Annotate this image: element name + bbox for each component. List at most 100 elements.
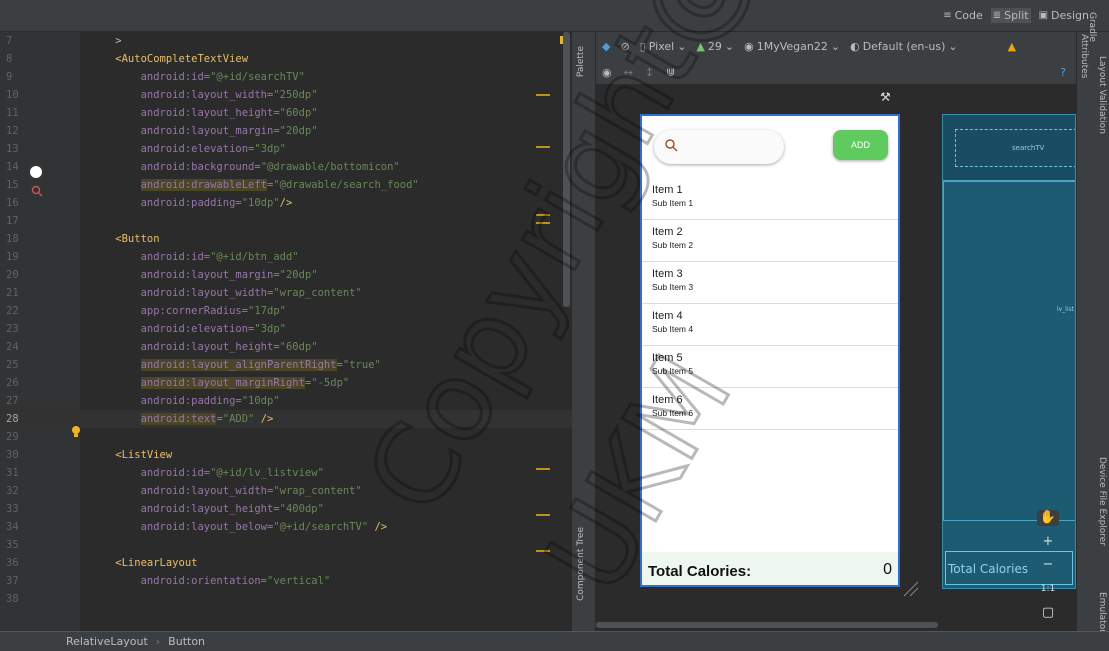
code-token: />	[374, 521, 388, 533]
code-token: "60dp"	[279, 341, 318, 353]
list-item[interactable]: Item 3 Sub Item 3	[642, 262, 898, 304]
code-line[interactable]: 32 android:layout_width="wrap_content"	[0, 482, 572, 500]
design-mode-button[interactable]: ▣ Design	[1037, 8, 1091, 23]
error-stripe-mark[interactable]	[536, 94, 550, 96]
code-line[interactable]: 33 android:layout_height="400dp"	[0, 500, 572, 518]
editor-scrollbar[interactable]	[563, 32, 570, 307]
code-line[interactable]: 34 android:layout_below="@+id/searchTV" …	[0, 518, 572, 536]
code-line[interactable]: 10 android:layout_width="250dp"	[0, 86, 572, 104]
theme-selector[interactable]: ◉ 1MyVegan22 ⌄	[744, 40, 840, 53]
device-preview[interactable]: ADD Item 1 Sub Item 1 Item 2 Sub Item 2 Item…	[640, 114, 900, 587]
layers-icon[interactable]: ◆	[602, 40, 610, 53]
code-token: "true"	[342, 359, 381, 371]
eye-icon[interactable]: ◉	[602, 66, 612, 79]
search-input[interactable]	[654, 130, 784, 164]
error-stripe-mark[interactable]	[536, 214, 550, 224]
locale-selector[interactable]: ◐ Default (en-us) ⌄	[850, 40, 958, 53]
code-token: "10dp"	[241, 395, 280, 407]
code-line[interactable]: 18 <Button	[0, 230, 572, 248]
code-line[interactable]: 9 android:id="@+id/searchTV"	[0, 68, 572, 86]
zoom-fit-icon[interactable]: ▢	[1037, 604, 1059, 620]
breadcrumb-button[interactable]: Button	[168, 635, 205, 648]
code-token: android:layout_height=	[90, 107, 280, 119]
palette-tab[interactable]: Palette	[576, 46, 586, 77]
add-button[interactable]: ADD	[833, 130, 888, 160]
code-line[interactable]: 26 android:layout_marginRight="-5dp"	[0, 374, 572, 392]
line-number: 11	[6, 107, 19, 119]
code-line[interactable]: 13 android:elevation="3dp"	[0, 140, 572, 158]
split-mode-button[interactable]: ≣ Split	[990, 8, 1031, 23]
code-token: android:layout_height=	[90, 503, 280, 515]
line-number: 33	[6, 503, 19, 515]
wrench-icon[interactable]: ⚒	[880, 90, 891, 104]
code-text: android:elevation="3dp"	[90, 140, 286, 158]
code-line[interactable]: 25 android:layout_alignParentRight="true…	[0, 356, 572, 374]
blueprint-toggle-icon[interactable]: ⊘	[620, 40, 629, 53]
android-icon: ▲	[696, 39, 705, 53]
error-stripe-mark[interactable]	[536, 514, 550, 516]
device-selector[interactable]: ▯ Pixel ⌄	[640, 40, 687, 53]
code-line[interactable]: 23 android:elevation="3dp"	[0, 320, 572, 338]
code-line[interactable]: 16 android:padding="10dp"/>	[0, 194, 572, 212]
code-line[interactable]: 17	[0, 212, 572, 230]
layout-validation-tab[interactable]: Layout Validation	[1097, 56, 1107, 134]
lightbulb-icon[interactable]	[70, 425, 82, 437]
code-line[interactable]: 36 <LinearLayout	[0, 554, 572, 572]
preview-list[interactable]: Item 1 Sub Item 1 Item 2 Sub Item 2 Item 3 Su…	[642, 178, 898, 430]
warning-icon[interactable]: ▲	[1008, 40, 1016, 53]
resize-handle-icon[interactable]	[902, 580, 920, 598]
line-number: 16	[6, 197, 19, 209]
emulator-tab[interactable]: Emulator	[1097, 592, 1107, 633]
code-token: "@+id/btn_add"	[210, 251, 299, 263]
code-icon: ≡	[943, 10, 952, 21]
code-mode-button[interactable]: ≡ Code	[941, 8, 985, 23]
attributes-tab[interactable]: Attributes	[1079, 34, 1089, 78]
error-stripe-mark[interactable]	[536, 550, 550, 552]
code-line[interactable]: 15 android:drawableLeft="@drawable/searc…	[0, 176, 572, 194]
code-line[interactable]: 30 <ListView	[0, 446, 572, 464]
code-line[interactable]: 29	[0, 428, 572, 446]
error-stripe-mark[interactable]	[536, 468, 550, 470]
device-file-explorer-tab[interactable]: Device File Explorer	[1097, 457, 1107, 546]
component-tree-tab[interactable]: Component Tree	[576, 527, 586, 601]
code-text: android:layout_height="60dp"	[90, 338, 318, 356]
code-line[interactable]: 27 android:padding="10dp"	[0, 392, 572, 410]
code-token: "@drawable/search_food"	[273, 179, 419, 191]
pan-hand-icon[interactable]: ✋	[1037, 510, 1059, 526]
list-item[interactable]: Item 4 Sub Item 4	[642, 304, 898, 346]
api-selector[interactable]: ▲ 29 ⌄	[696, 40, 734, 53]
search-icon	[31, 185, 43, 197]
code-line[interactable]: 35	[0, 536, 572, 554]
list-item[interactable]: Item 1 Sub Item 1	[642, 178, 898, 220]
design-scrollbar[interactable]	[596, 622, 938, 628]
code-token: android:id=	[90, 71, 211, 83]
error-stripe-mark[interactable]	[536, 146, 550, 148]
code-line[interactable]: 20 android:layout_margin="20dp"	[0, 266, 572, 284]
code-line[interactable]: 8 <AutoCompleteTextView	[0, 50, 572, 68]
code-line[interactable]: 22 app:cornerRadius="17dp"	[0, 302, 572, 320]
help-icon[interactable]: ?	[1060, 66, 1066, 79]
list-item[interactable]: Item 6 Sub Item 6	[642, 388, 898, 430]
magnet-icon[interactable]: ⋓	[666, 66, 675, 79]
list-item[interactable]: Item 5 Sub Item 5	[642, 346, 898, 388]
code-line[interactable]: 7 >	[0, 32, 572, 50]
code-line[interactable]: 19 android:id="@+id/btn_add"	[0, 248, 572, 266]
list-item[interactable]: Item 2 Sub Item 2	[642, 220, 898, 262]
code-editor[interactable]: 7 >8 <AutoCompleteTextView 9 android:id="…	[0, 32, 572, 631]
code-line[interactable]: 37 android:orientation="vertical"	[0, 572, 572, 590]
zoom-in-button[interactable]: +	[1037, 534, 1059, 550]
vertical-resize-icon[interactable]: ↕	[645, 66, 654, 79]
code-line[interactable]: 28 android:text="ADD" />	[0, 410, 572, 428]
code-line[interactable]: 24 android:layout_height="60dp"	[0, 338, 572, 356]
code-line[interactable]: 21 android:layout_width="wrap_content"	[0, 284, 572, 302]
list-scrollbar	[898, 178, 900, 308]
code-line[interactable]: 31 android:id="@+id/lv_listview"	[0, 464, 572, 482]
code-line[interactable]: 11 android:layout_height="60dp"	[0, 104, 572, 122]
zoom-out-button[interactable]: −	[1037, 557, 1059, 573]
code-line[interactable]: 12 android:layout_margin="20dp"	[0, 122, 572, 140]
code-line[interactable]: 14 android:background="@drawable/bottomi…	[0, 158, 572, 176]
breadcrumb-relativelayout[interactable]: RelativeLayout	[66, 635, 148, 648]
horizontal-resize-icon[interactable]: ↔	[624, 66, 633, 79]
code-line[interactable]: 38	[0, 590, 572, 608]
zoom-actual-size-button[interactable]: 1:1	[1037, 581, 1059, 597]
